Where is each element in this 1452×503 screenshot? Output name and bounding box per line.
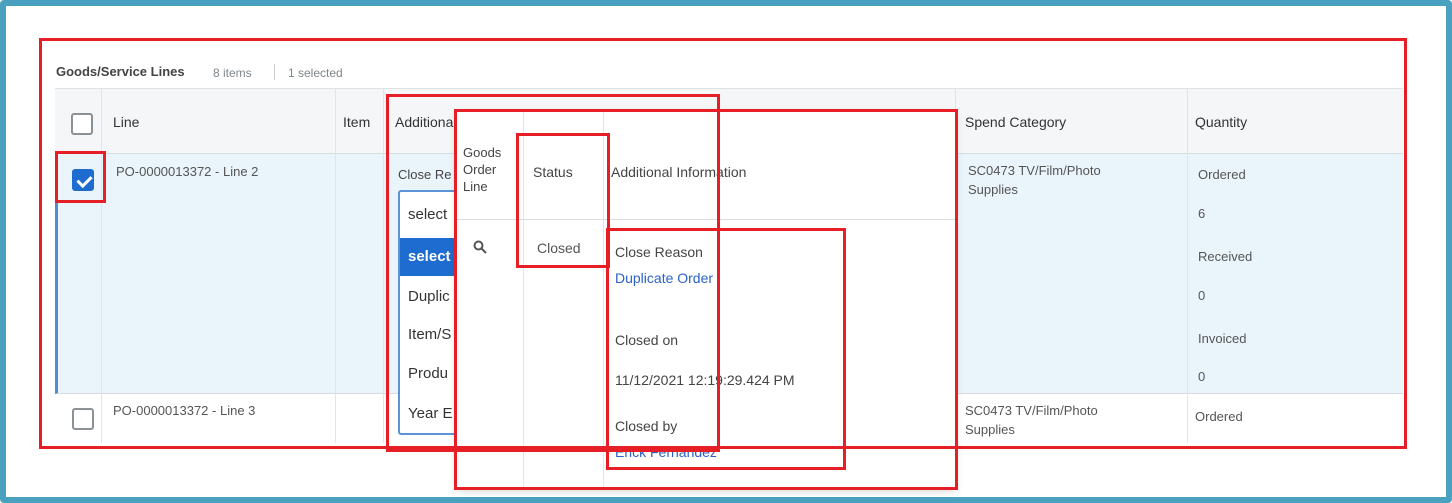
highlight-box-additional-info [606, 228, 846, 470]
highlight-box-checkbox [55, 151, 106, 203]
highlight-box-status [516, 133, 610, 268]
